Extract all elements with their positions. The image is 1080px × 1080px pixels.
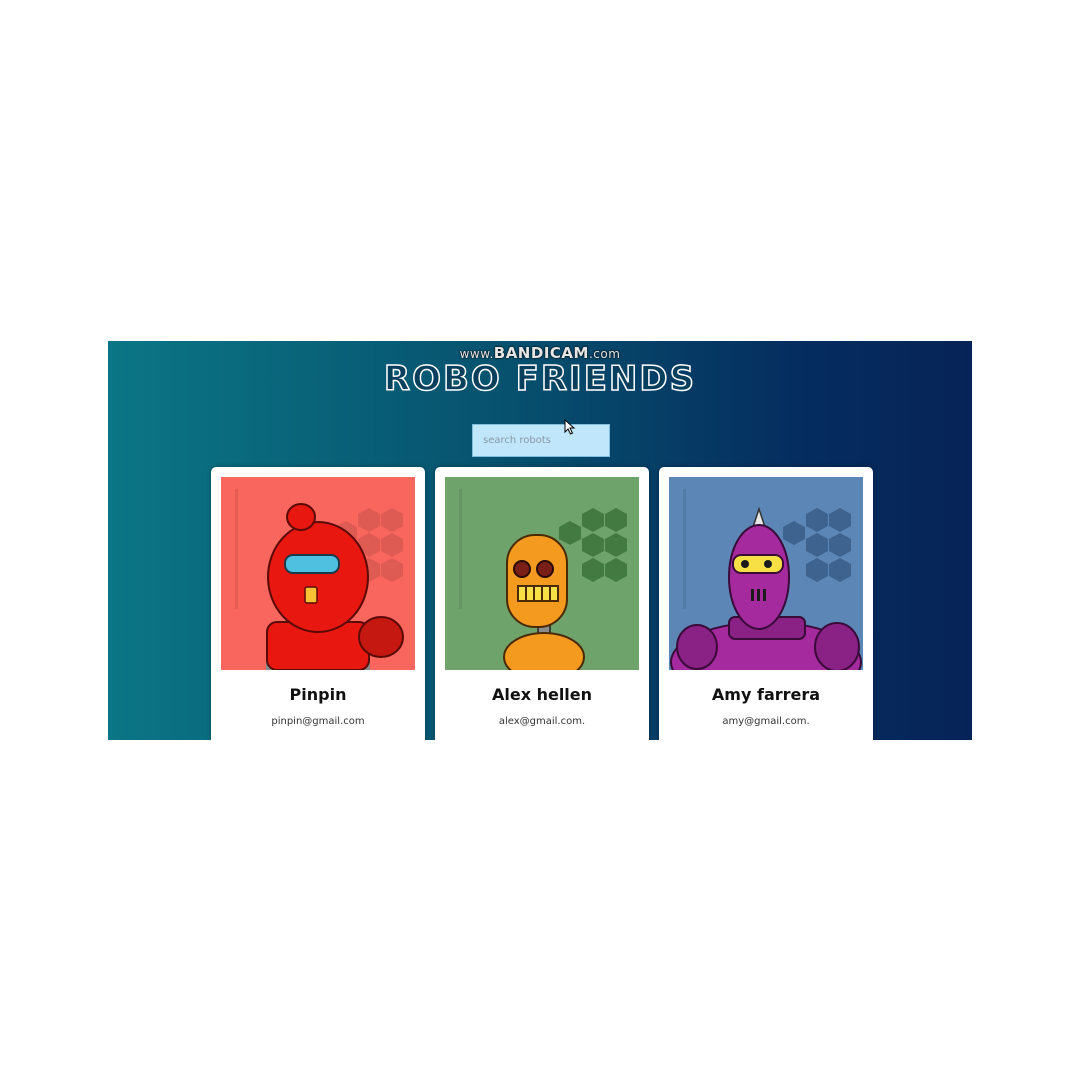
orange-robot-avatar-icon <box>445 477 639 670</box>
robot-image <box>445 477 639 670</box>
robot-card[interactable]: Amy farrera amy@gmail.com. <box>659 467 873 740</box>
purple-robot-avatar-icon <box>669 477 863 670</box>
robot-email: alex@gmail.com. <box>498 716 586 727</box>
robot-card[interactable]: Alex hellen alex@gmail.com. <box>435 467 649 740</box>
robot-name: Pinpin <box>289 685 347 704</box>
red-robot-avatar-icon <box>221 477 415 670</box>
robot-name: Amy farrera <box>711 685 821 704</box>
robot-card[interactable]: Pinpin pinpin@gmail.com <box>211 467 425 740</box>
robot-image <box>669 477 863 670</box>
page-title: ROBO FRIENDS <box>383 358 697 400</box>
robot-email: pinpin@gmail.com <box>271 716 365 727</box>
search-input[interactable] <box>472 424 610 457</box>
robot-image <box>221 477 415 670</box>
robofriends-app: www.BANDICAM.com ROBO FRIENDS search rob… <box>108 341 972 740</box>
mouse-pointer-icon <box>564 419 576 435</box>
robot-email: amy@gmail.com. <box>722 716 810 727</box>
robot-name: Alex hellen <box>491 685 593 704</box>
